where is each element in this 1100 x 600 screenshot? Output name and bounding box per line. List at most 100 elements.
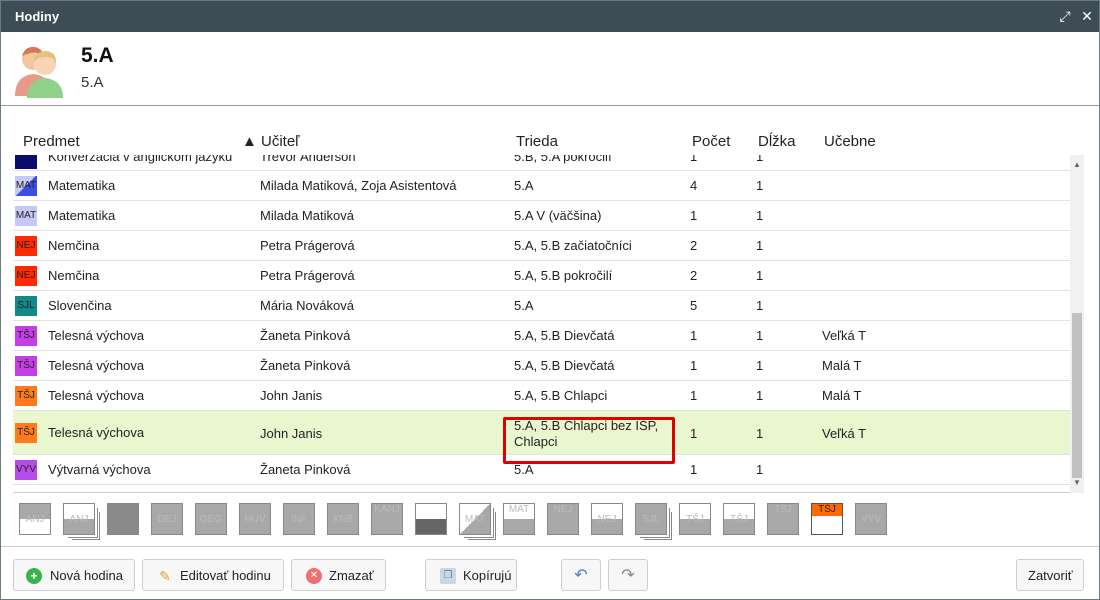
subject-color-swatch: MAT [15,176,37,196]
table-row-selected[interactable]: TŠJ Telesná výchova John Janis 5.A, 5.B … [13,411,1070,455]
table-row[interactable]: Konverzácia v anglickom jazyku Trevor An… [13,155,1070,171]
table-row[interactable]: MAT Matematika Milada Matiková 5.A V (vä… [13,201,1070,231]
class-cell: 5.A [514,462,534,477]
scroll-thumb[interactable] [1072,313,1082,478]
length-cell: 1 [756,462,764,477]
subject-card[interactable]: HUV [239,503,271,535]
length-cell: 1 [756,178,764,193]
count-cell: 1 [690,426,698,441]
teacher-cell: Žaneta Pinková [260,462,351,477]
teacher-cell: Milada Matiková [260,208,354,223]
column-ucitel[interactable]: Učiteľ [261,133,300,150]
subject-color-swatch: SJL [15,296,37,316]
subject-card[interactable]: DEJ [151,503,183,535]
plus-icon: + [26,568,42,584]
table-row[interactable]: SJL Slovenčina Mária Nováková 5.A 5 1 [13,291,1070,321]
subject-card[interactable]: GEG [195,503,227,535]
class-cell: 5.B, 5.A pokročilí [514,155,612,164]
subject-cell: Telesná výchova [48,388,145,403]
table-row[interactable]: NEJ Nemčina Petra Prágerová 5.A, 5.B pok… [13,261,1070,291]
subject-card[interactable]: SJL [635,503,667,535]
subject-card[interactable]: TŠJ [679,503,711,535]
length-cell: 1 [756,328,764,343]
class-cell: 5.A, 5.B Dievčatá [514,358,615,373]
sort-ascending-icon[interactable]: ▲ [242,133,257,150]
column-dlzka[interactable]: Dĺžka [758,133,796,150]
table-row[interactable]: TŠJ Telesná výchova John Janis 5.A, 5.B … [13,381,1070,411]
subject-color-swatch: VYV [15,460,37,480]
subject-card[interactable]: MAT [503,503,535,535]
table-row[interactable]: MAT Matematika Milada Matiková, Zoja Asi… [13,171,1070,201]
column-trieda[interactable]: Trieda [516,133,558,150]
table-row[interactable]: NEJ Nemčina Petra Prágerová 5.A, 5.B zač… [13,231,1070,261]
subject-card[interactable]: ANJ [19,503,51,535]
length-cell: 1 [756,426,764,441]
subject-card[interactable]: NEJ [547,503,579,535]
teacher-cell: Petra Prágerová [260,268,355,283]
subject-color-swatch: NEJ [15,236,37,256]
class-cell: 5.A, 5.B Dievčatá [514,328,615,343]
room-cell: Veľká T [822,328,867,343]
count-cell: 2 [690,268,698,283]
new-lesson-button[interactable]: + Nová hodina [13,559,135,591]
count-cell: 1 [690,388,698,403]
edit-lesson-button[interactable]: ✎ Editovať hodinu [142,559,284,591]
pencil-icon: ✎ [159,568,171,584]
length-cell: 1 [756,155,764,164]
subject-card[interactable]: NEJ [591,503,623,535]
close-button[interactable]: Zatvoriť [1016,559,1084,591]
table-row[interactable]: TŠJ Telesná výchova Žaneta Pinková 5.A, … [13,321,1070,351]
window-title: Hodiny [15,9,60,24]
subject-cell: Nemčina [48,238,100,253]
maximize-icon[interactable]: ⤢ [1057,8,1073,24]
close-icon[interactable]: ✕ [1079,8,1095,24]
length-cell: 1 [756,208,764,223]
subject-card-active[interactable]: TŠJ [811,503,843,535]
class-cell: 5.A [514,298,534,313]
subject-card[interactable]: TŠJ [767,503,799,535]
subject-card[interactable]: KNB [327,503,359,535]
copy-button[interactable]: ❐ Kopírujú [425,559,517,591]
delete-icon: ✕ [306,568,322,584]
column-predmet[interactable]: Predmet [23,133,80,150]
table-row[interactable]: VYV Výtvarná výchova Žaneta Pinková 5.A … [13,455,1070,485]
vertical-scrollbar[interactable]: ▲ ▼ [1070,155,1084,493]
subject-card[interactable] [107,503,139,535]
count-cell: 1 [690,328,698,343]
delete-button[interactable]: ✕ Zmazať [291,559,386,591]
subject-card[interactable]: VYV [855,503,887,535]
count-cell: 1 [690,155,698,164]
lessons-table: Konverzácia v anglickom jazyku Trevor An… [13,155,1070,493]
class-cell-line2: Chlapci [514,434,558,449]
subject-card-strip: ANJ ANJ DEJ GEG HUV INF KNB KANJ MAT MAT… [19,503,1079,545]
table-row[interactable]: TŠJ Telesná výchova Žaneta Pinková 5.A, … [13,351,1070,381]
length-cell: 1 [756,298,764,313]
subject-card[interactable]: ANJ [63,503,95,535]
length-cell: 1 [756,358,764,373]
class-cell: 5.A V (väčšina) [514,208,602,223]
count-cell: 1 [690,358,698,373]
undo-icon: ↶ [574,567,588,584]
teacher-cell: Mária Nováková [260,298,354,313]
copy-icon: ❐ [440,568,456,584]
teacher-cell: Žaneta Pinková [260,328,351,343]
subject-color-swatch: TŠJ [15,356,37,376]
title-bar[interactable]: Hodiny ⤢ ✕ [1,1,1099,32]
subject-color-swatch: TŠJ [15,386,37,406]
subject-card[interactable] [415,503,447,535]
subject-card[interactable]: MAT [459,503,491,535]
class-cell-line1: 5.A, 5.B Chlapci bez IŠP, [514,418,659,433]
undo-button[interactable]: ↶ [561,559,601,591]
subject-cell: Matematika [48,178,116,193]
class-name: 5.A [81,44,114,67]
column-ucebne[interactable]: Učebne [824,133,876,150]
subject-card[interactable]: INF [283,503,315,535]
scroll-down-icon[interactable]: ▼ [1072,477,1082,489]
subject-color-swatch: MAT [15,206,37,226]
redo-button[interactable]: ↷ [608,559,648,591]
scroll-up-icon[interactable]: ▲ [1072,159,1082,171]
room-cell: Malá T [822,388,862,403]
subject-card[interactable]: KANJ [371,503,403,535]
subject-card[interactable]: TŠJ [723,503,755,535]
column-pocet[interactable]: Počet [692,133,730,150]
